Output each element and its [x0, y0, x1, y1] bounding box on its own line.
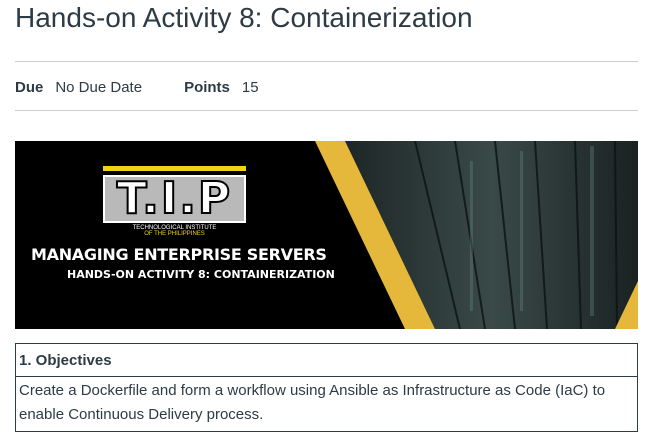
page-title: Hands-on Activity 8: Containerization	[15, 2, 473, 33]
due-label: Due	[15, 78, 44, 96]
points-value: 15	[241, 78, 259, 96]
institute-name: TECHNOLOGICAL INSTITUTE OF THE PHILIPPIN…	[103, 225, 246, 237]
due-value: No Due Date	[55, 78, 143, 96]
banner-title: MANAGING ENTERPRISE SERVERS	[31, 245, 327, 264]
table-row: 1. Objectives	[15, 343, 638, 377]
table-row: Create a Dockerfile and form a workflow …	[15, 376, 638, 432]
logo-text: T.I.P	[116, 175, 233, 223]
objectives-heading: 1. Objectives	[15, 343, 638, 377]
banner-subtitle: HANDS-ON ACTIVITY 8: CONTAINERIZATION	[67, 268, 335, 281]
divider-bottom	[15, 110, 638, 111]
objectives-text: Create a Dockerfile and form a workflow …	[15, 376, 638, 432]
points-group: Points 15	[184, 79, 259, 96]
points-label: Points	[184, 78, 230, 96]
divider-top	[15, 61, 638, 62]
institute-line-2: OF THE PHILIPPINES	[144, 231, 205, 237]
tip-logo: T.I.P	[103, 166, 246, 229]
activity-banner-image: T.I.P TECHNOLOGICAL INSTITUTE OF THE PHI…	[15, 141, 638, 329]
assignment-details: Due No Due Date Points 15	[15, 76, 259, 98]
objectives-table: 1. Objectives Create a Dockerfile and fo…	[15, 343, 638, 432]
